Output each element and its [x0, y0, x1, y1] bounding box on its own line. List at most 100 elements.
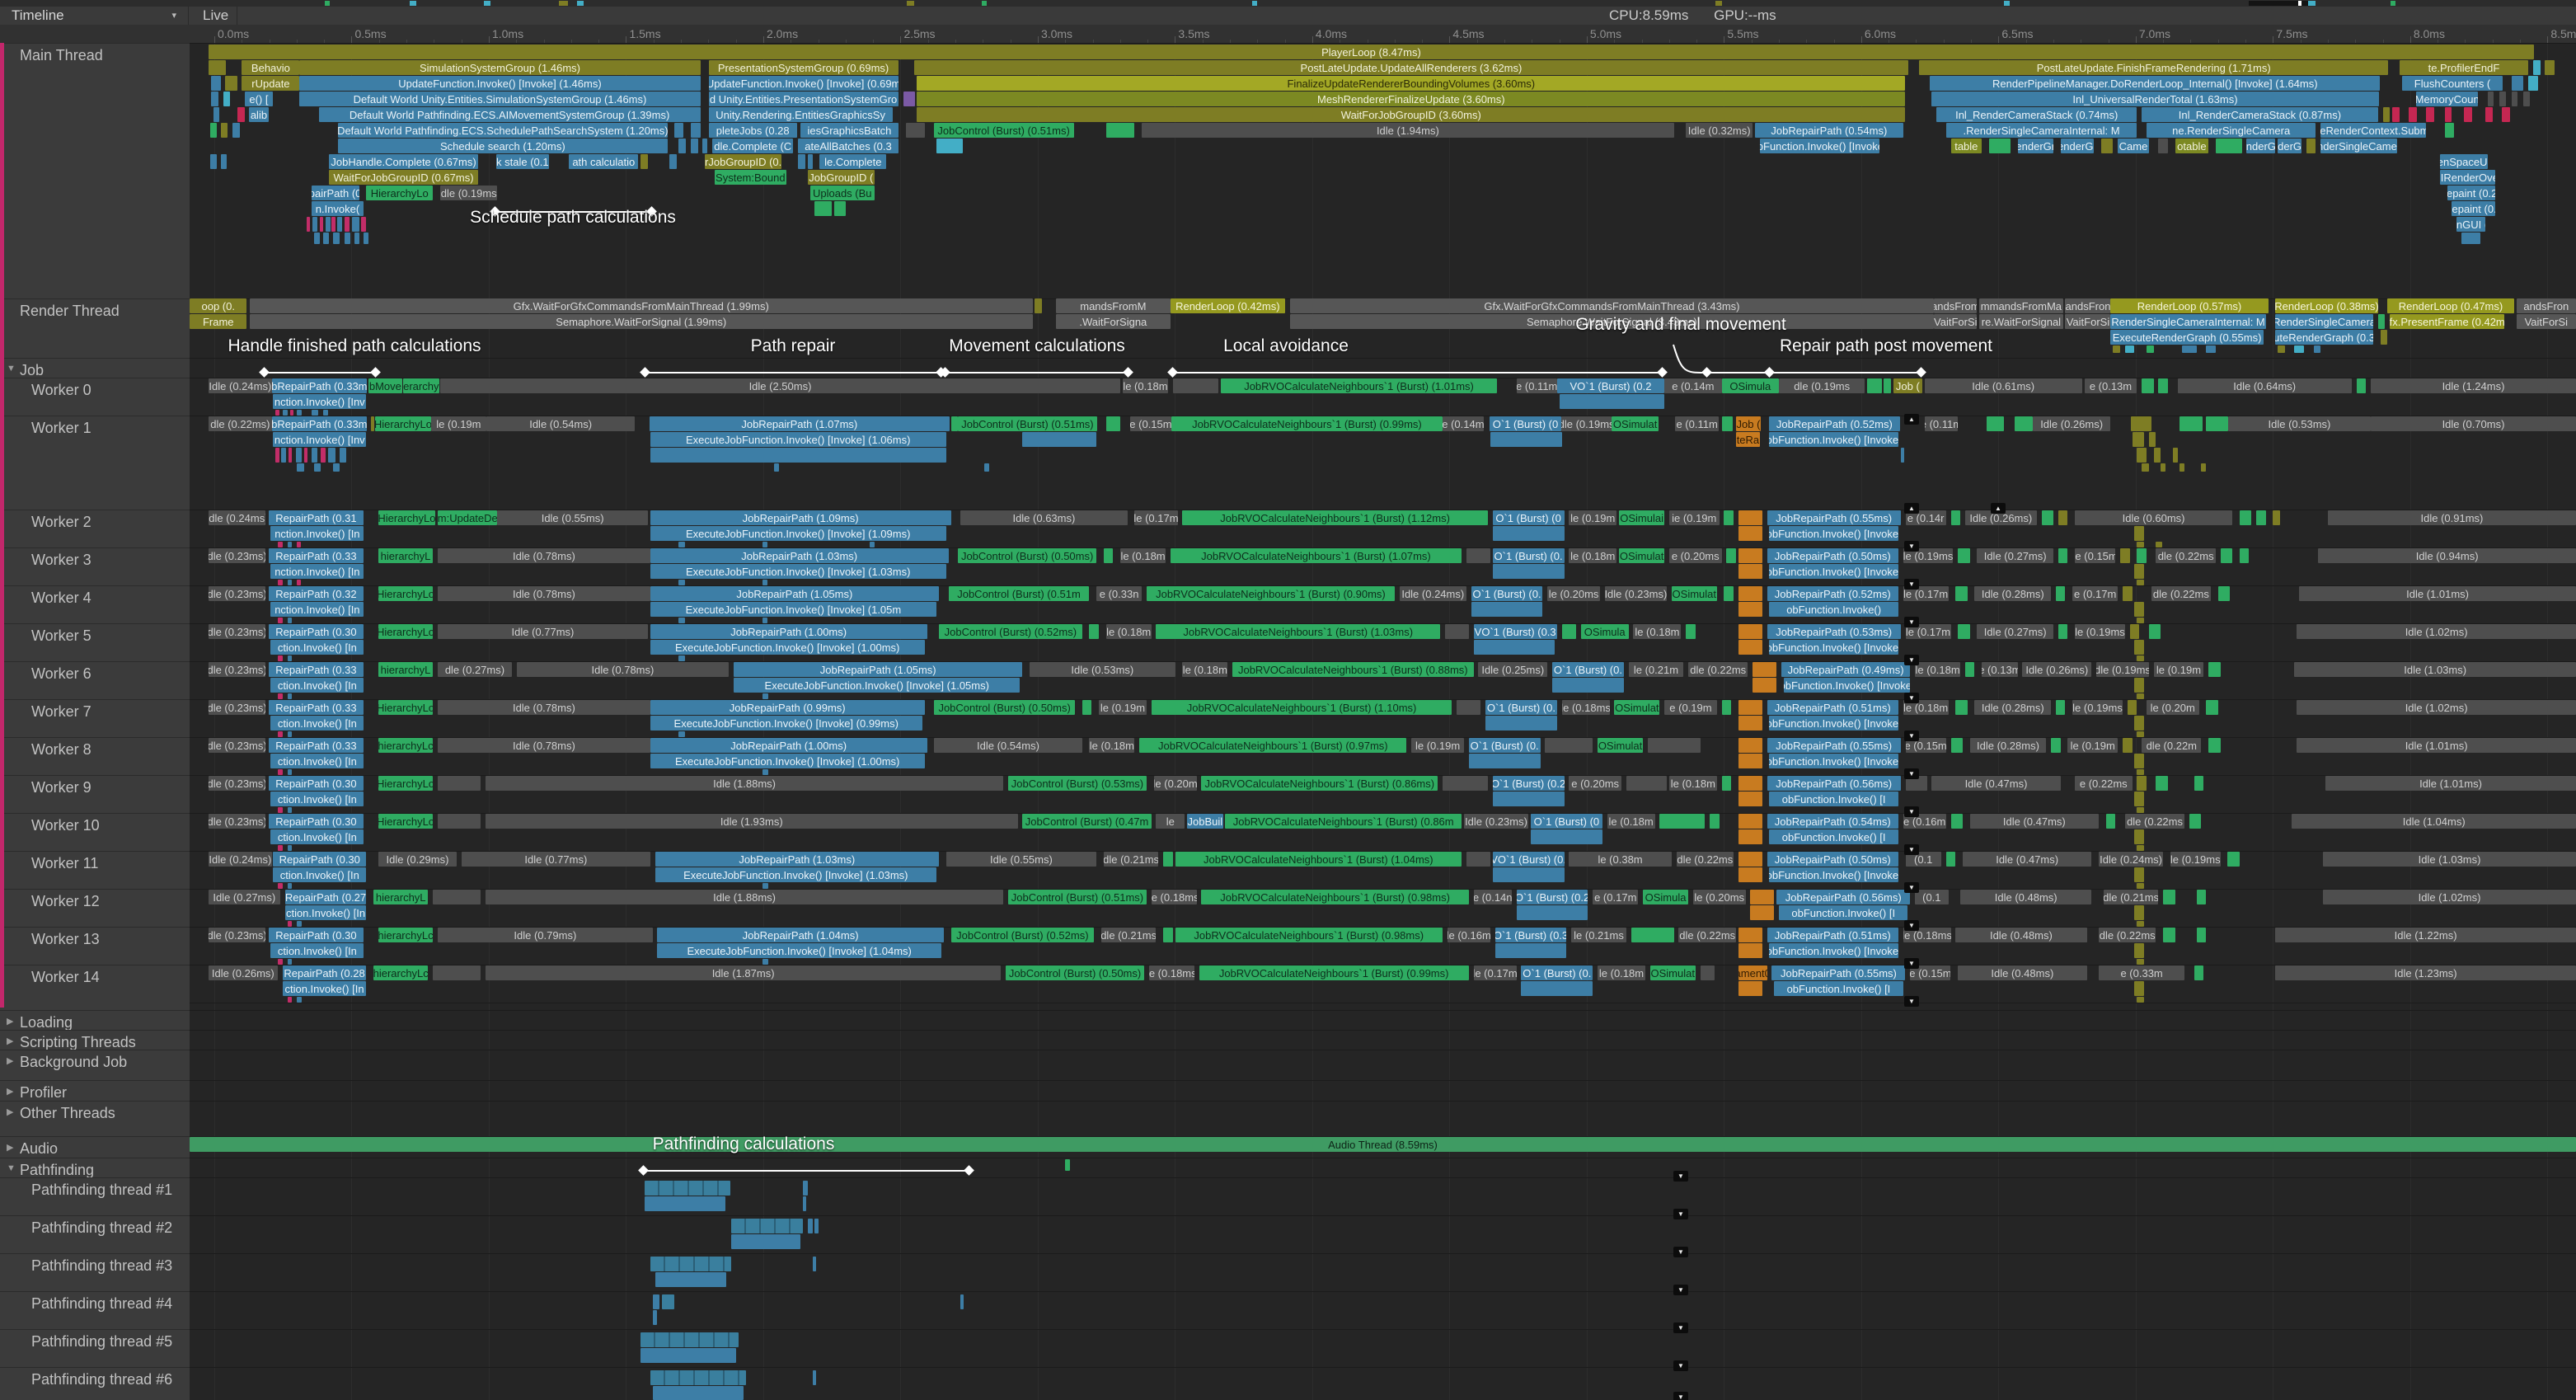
timeline-segment[interactable] — [237, 107, 245, 122]
sidebar-item-profiler[interactable]: ▶Profiler — [0, 1080, 190, 1101]
timeline-segment[interactable]: HierarchyLo — [378, 776, 434, 791]
timeline-segment[interactable]: Idle (1.87ms) — [486, 965, 1001, 980]
timeline-segment[interactable]: leRenderContext.Subm — [2320, 123, 2425, 138]
flow-marker-up-icon[interactable]: ▲ — [1991, 503, 2006, 514]
timeline-segment[interactable]: Unity.Rendering.EntitiesGraphicsSy — [709, 107, 893, 122]
timeline-segment[interactable]: ExecuteJobFunction.Invoke() [Invoke] (1.… — [734, 678, 1020, 693]
timeline-segment[interactable]: JobControl (Burst) (0.51ms) — [1008, 890, 1147, 904]
timeline-segment[interactable]: lnGUI ( — [2456, 217, 2485, 232]
timeline-segment[interactable] — [2194, 965, 2204, 980]
timeline-segment[interactable] — [297, 410, 302, 416]
timeline-segment[interactable]: dle (0.23ms) — [209, 548, 265, 563]
timeline-segment[interactable]: obFunction.Invoke() [Invoke] — [1769, 867, 1898, 882]
timeline-segment[interactable] — [1951, 814, 1963, 829]
timeline-segment[interactable]: e (0.17m — [2072, 586, 2118, 601]
timeline-segment[interactable]: Idle (0.63ms) — [960, 510, 1128, 525]
timeline-segment[interactable]: dle (0.23ms) — [209, 814, 265, 829]
timeline-segment[interactable]: Came — [2118, 139, 2149, 153]
timeline-segment[interactable]: ction.Invoke() [In — [270, 792, 364, 806]
expand-icon[interactable]: ▶ — [7, 1086, 13, 1097]
timeline-segment[interactable]: ction.Invoke() [In — [270, 678, 364, 693]
timeline-segment[interactable]: obFunction.Invoke() [I — [1769, 829, 1898, 844]
timeline-segment[interactable]: OSimulat — [1650, 965, 1696, 980]
timeline-segment[interactable]: WaitForJobGroupID (0.67ms) — [329, 170, 478, 185]
timeline-segment[interactable] — [361, 217, 366, 232]
timeline-segment[interactable]: JobRepairPath (0.51ms) — [1767, 700, 1898, 715]
timeline-segment[interactable] — [1738, 981, 1762, 996]
timeline-segment[interactable]: SimulationSystemGroup (1.46ms) — [299, 60, 700, 75]
timeline-segment[interactable]: dle (0.22ms — [2151, 586, 2211, 601]
timeline-segment[interactable]: ction.Invoke() [In — [270, 754, 364, 768]
timeline-segment[interactable] — [2137, 769, 2144, 775]
timeline-segment[interactable]: e (0.17m — [1593, 890, 1638, 904]
timeline-segment[interactable] — [808, 1219, 813, 1233]
flow-marker-down-icon[interactable]: ▼ — [1673, 1247, 1688, 1257]
timeline-segment[interactable] — [2101, 139, 2113, 153]
timeline-segment[interactable] — [1738, 602, 1762, 617]
timeline-segment[interactable]: Idle (0.24ms) — [209, 378, 272, 393]
timeline-segment[interactable] — [2137, 959, 2144, 965]
timeline-segment[interactable] — [1493, 526, 1565, 541]
timeline-segment[interactable] — [296, 448, 302, 463]
timeline-segment[interactable] — [650, 1370, 746, 1385]
timeline-segment[interactable]: dle (0.19ms — [2096, 662, 2149, 677]
timeline-segment[interactable]: Idle (0.32ms) — [1686, 123, 1753, 138]
timeline-segment[interactable] — [2409, 107, 2417, 122]
timeline-segment[interactable] — [678, 580, 684, 585]
flow-marker-up-icon[interactable]: ▲ — [1904, 503, 1919, 514]
timeline-segment[interactable]: bRepairPath (0.33m — [272, 378, 367, 393]
timeline-segment[interactable] — [2137, 693, 2144, 699]
timeline-segment[interactable] — [1738, 586, 1762, 601]
timeline-segment[interactable]: ne.RenderSingleCamera — [2147, 123, 2316, 138]
timeline-segment[interactable]: Idle (0.55ms) — [497, 510, 647, 525]
timeline-segment[interactable] — [2058, 548, 2068, 563]
timeline-segment[interactable]: e() [ — [245, 92, 274, 106]
timeline-segment[interactable]: le (0.18m — [1123, 378, 1168, 393]
timeline-segment[interactable]: Idle (0.27ms) — [1977, 548, 2053, 563]
timeline-segment[interactable] — [278, 769, 283, 775]
timeline-segment[interactable]: Idle (0.26ms) — [2033, 416, 2110, 431]
timeline-segment[interactable] — [906, 123, 925, 138]
timeline-segment[interactable] — [2134, 981, 2144, 996]
timeline-segment[interactable]: le (0.17m — [1474, 965, 1517, 980]
timeline-segment[interactable] — [2445, 107, 2452, 122]
expand-icon[interactable]: ▶ — [7, 1055, 13, 1066]
timeline-segment[interactable] — [1958, 624, 1969, 639]
timeline-segment[interactable]: RepairPath (0.31 — [269, 510, 364, 525]
timeline-segment[interactable]: JobBuil — [1187, 814, 1222, 829]
sidebar-item-pathfinding-thread-5[interactable]: Pathfinding thread #5 — [0, 1329, 190, 1367]
timeline-segment[interactable]: JobRepairPath (0.55ms) — [1771, 965, 1905, 980]
timeline-segment[interactable]: RepairPath (0.33 — [269, 662, 364, 677]
timeline-segment[interactable] — [1466, 852, 1490, 867]
timeline-segment[interactable]: HierarchyLo — [378, 814, 434, 829]
timeline-segment[interactable] — [2197, 890, 2207, 904]
timeline-segment[interactable] — [2142, 463, 2149, 472]
timeline-segment[interactable] — [2154, 448, 2161, 463]
timeline-segment[interactable]: dle (0.22ms — [1678, 928, 1735, 942]
timeline-segment[interactable] — [289, 448, 292, 463]
timeline-view-dropdown[interactable]: Timeline ▾ — [0, 7, 189, 25]
timeline-segment[interactable]: Repaint (0.24 — [2447, 186, 2495, 200]
timeline-segment[interactable] — [1089, 624, 1099, 639]
timeline-segment[interactable] — [1989, 139, 2011, 153]
timeline-segment[interactable]: Idle (0.61ms) — [1925, 378, 2082, 393]
timeline-segment[interactable]: k stale (0.1 — [496, 154, 549, 169]
timeline-segment[interactable] — [2134, 564, 2144, 579]
timeline-segment[interactable]: oop (0. — [190, 298, 246, 313]
timeline-segment[interactable] — [2256, 510, 2266, 525]
timeline-segment[interactable]: Semaphore.WaitForSignal (1.99ms) — [250, 314, 1033, 329]
timeline-segment[interactable]: m:UpdateDe — [438, 510, 497, 525]
timeline-segment[interactable] — [2134, 678, 2144, 693]
timeline-segment[interactable]: JobRepairPath (0.54ms) — [1767, 814, 1898, 829]
timeline-segment[interactable]: le (0.19m — [1099, 700, 1147, 715]
timeline-segment[interactable]: FlushCounters ( — [2402, 76, 2503, 91]
sidebar-item-worker-8[interactable]: Worker 8 — [0, 737, 190, 775]
timeline-segment[interactable] — [2206, 700, 2217, 715]
timeline-segment[interactable] — [2392, 107, 2400, 122]
timeline-segment[interactable]: le (0.18m — [1120, 548, 1166, 563]
timeline-segment[interactable] — [814, 1219, 818, 1233]
timeline-segment[interactable]: nction.Invoke() [In — [270, 564, 364, 579]
timeline-segment[interactable] — [655, 1272, 727, 1287]
timeline-segment[interactable]: pleteJobs (0.28 — [709, 123, 797, 138]
timeline-segment[interactable]: le (0.19m — [1411, 738, 1464, 753]
